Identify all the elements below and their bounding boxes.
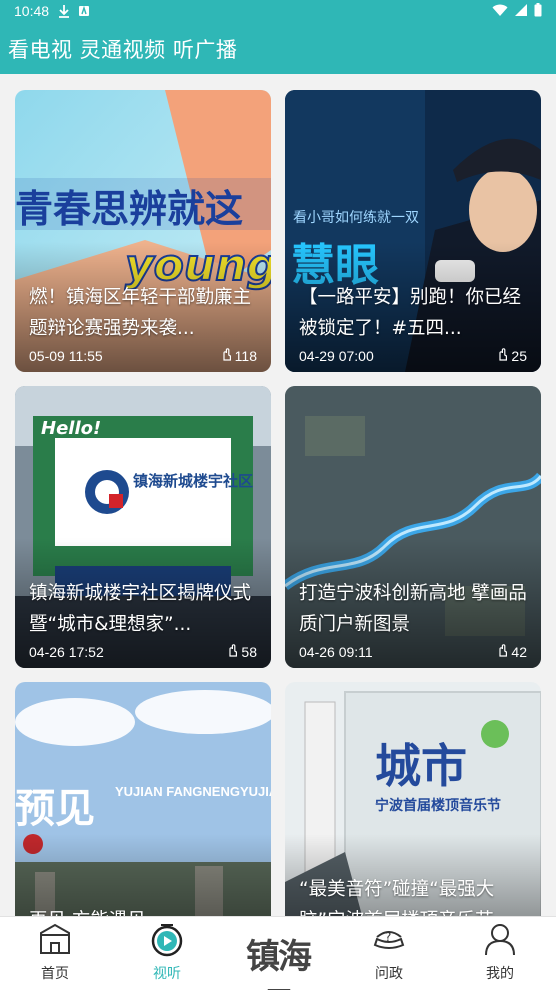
app-notification-icon [78, 4, 90, 18]
status-time: 10:48 [14, 3, 50, 19]
question-icon: ? [371, 921, 407, 957]
user-icon [482, 921, 518, 957]
video-title: “最美音符”碰撞“最强大脑”宁波首届楼顶音乐节... [299, 879, 511, 916]
tab-label: 问政 [375, 966, 403, 982]
thumb-headline: 城市 [375, 739, 467, 793]
svg-text:?: ? [385, 930, 391, 944]
tab-mine[interactable]: 我的 [460, 917, 540, 990]
video-card[interactable]: 预见 YUJIAN FANGNENGYUJIA 再见 方能遇见 [15, 682, 271, 916]
tab-label: 首页 [41, 966, 69, 982]
views-icon [496, 347, 508, 364]
zhenhai-logo[interactable]: 镇海号 [232, 929, 324, 990]
video-title: 【一路平安】别跑！你已经被锁定了！#五四... [299, 287, 522, 339]
wifi-icon [492, 3, 508, 21]
thumb-subtext: 宁波首届楼顶音乐节 [375, 797, 501, 814]
video-date: 05-09 11:55 [29, 348, 103, 364]
video-title: 燃！镇海区年轻干部勤廉主题辩论赛强势来袭... [29, 287, 252, 339]
video-feed[interactable]: 青春思辨就这 young 燃！镇海区年轻干部勤廉主题辩论赛强势来袭... 05-… [0, 74, 556, 916]
thumb-subtext: YUJIAN FANGNENGYUJIA [115, 784, 271, 799]
views-icon [220, 347, 232, 364]
video-card[interactable]: 看小哥如何练就一双 慧眼 【一路平安】别跑！你已经被锁定了！#五四... 04-… [285, 90, 541, 372]
card-shade [15, 834, 271, 916]
view-count: 118 [220, 347, 257, 364]
video-card[interactable]: 打造宁波科创新高地 擘画品质门户新图景 04-26 09:11 42 [285, 386, 541, 668]
video-date: 04-26 09:11 [299, 644, 373, 660]
views-value: 42 [511, 643, 527, 660]
thumb-headline: 青春思辨就这 [15, 187, 243, 231]
app-bar: 看电视 灵通视频 听广播 [0, 24, 556, 74]
bottom-tab-bar: 首页 视听 镇海号 ? 问政 我的 [0, 916, 556, 990]
signal-icon [514, 3, 528, 21]
views-value: 118 [234, 347, 257, 364]
video-title: 镇海新城楼宇社区揭牌仪式暨“城市&理想家”... [29, 583, 252, 635]
thumb-headline: 预见 [15, 785, 95, 832]
video-card[interactable]: 镇海新城楼宇社区 Hello! 镇海新城楼宇社区揭牌仪式暨“城市&理想家”...… [15, 386, 271, 668]
views-value: 58 [241, 643, 257, 660]
video-date: 04-26 17:52 [29, 644, 104, 660]
video-card[interactable]: 青春思辨就这 young 燃！镇海区年轻干部勤廉主题辩论赛强势来袭... 05-… [15, 90, 271, 372]
download-icon [58, 4, 70, 18]
view-count: 42 [496, 643, 527, 660]
tab-label: 视听 [153, 966, 181, 982]
status-right [492, 3, 542, 21]
thumb-headline: 看小哥如何练就一双 [293, 210, 419, 226]
battery-icon [534, 3, 542, 21]
thumb-headline: 镇海新城楼宇社区 [133, 472, 253, 490]
video-title: 再见 方能遇见 [29, 905, 259, 916]
video-date: 04-29 07:00 [299, 348, 374, 364]
play-icon [149, 921, 185, 957]
tab-label: 我的 [486, 966, 514, 982]
thumb-subtext: Hello! [41, 418, 101, 439]
views-icon [496, 643, 508, 660]
view-count: 58 [226, 643, 257, 660]
home-icon [37, 921, 73, 957]
tab-home[interactable]: 首页 [15, 917, 95, 990]
views-icon [226, 643, 238, 660]
views-value: 25 [511, 347, 527, 364]
video-card[interactable]: 城市 宁波首届楼顶音乐节 “最美音符”碰撞“最强大脑”宁波首届楼顶音乐节... [285, 682, 541, 916]
status-bar: 10:48 [0, 0, 556, 24]
app-title: 看电视 灵通视频 听广播 [8, 38, 238, 62]
view-count: 25 [496, 347, 527, 364]
tab-video[interactable]: 视听 [127, 917, 207, 990]
tab-wenzheng[interactable]: ? 问政 [349, 917, 429, 990]
video-title: 打造宁波科创新高地 擘画品质门户新图景 [299, 583, 527, 635]
